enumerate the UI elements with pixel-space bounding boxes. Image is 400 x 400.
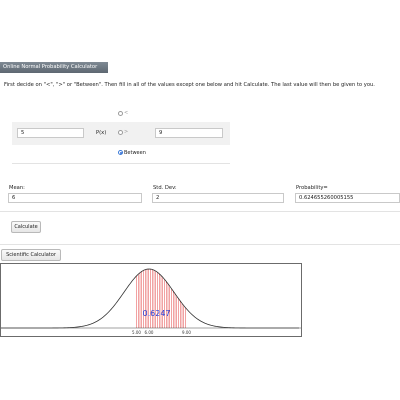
scientific-calculator-button[interactable]: Scientific Calculator xyxy=(1,249,61,261)
tick-label: 9.00 xyxy=(182,330,191,335)
x-axis-ticks: 5.00 6.00 9.00 xyxy=(132,330,191,335)
lower-value-input[interactable]: 5 xyxy=(17,128,84,138)
shaded-area-label: 0.6247 xyxy=(143,309,171,318)
separator-line xyxy=(0,211,400,212)
greater-than-radio[interactable] xyxy=(118,130,123,135)
distribution-plot: 0.6247 5.00 6.00 9.00 xyxy=(0,268,301,335)
probability-label: Probability= xyxy=(296,185,328,191)
between-label: Between xyxy=(124,150,146,156)
mean-label: Mean: xyxy=(9,185,25,191)
separator-line xyxy=(12,163,230,164)
greater-than-label: > xyxy=(124,129,129,135)
density-curve xyxy=(0,268,299,329)
calculator-panel xyxy=(0,73,400,245)
tick-label: 5.00 xyxy=(132,330,141,335)
less-than-label: < xyxy=(124,110,129,116)
probability-input[interactable]: 0.624655260005155 xyxy=(295,193,400,203)
less-than-radio[interactable] xyxy=(118,111,123,116)
separator-line xyxy=(0,244,400,245)
calculate-button[interactable]: Calculate xyxy=(11,221,41,233)
std-dev-input[interactable]: 2 xyxy=(152,193,284,203)
px-label: P(x) xyxy=(96,130,107,136)
tick-label: 6.00 xyxy=(145,330,154,335)
upper-value-input[interactable]: 9 xyxy=(155,128,223,138)
calculator-title-bar: Online Normal Probability Calculator xyxy=(0,62,108,73)
mean-input[interactable]: 6 xyxy=(8,193,142,203)
std-dev-label: Std. Dev: xyxy=(153,185,177,191)
normal-distribution-chart: 0.6247 5.00 6.00 9.00 xyxy=(0,263,302,337)
instructions-text: First decide on "<", ">" or "Between". T… xyxy=(4,82,375,88)
window-title: Online Normal Probability Calculator xyxy=(3,64,98,70)
between-radio[interactable] xyxy=(118,150,123,155)
